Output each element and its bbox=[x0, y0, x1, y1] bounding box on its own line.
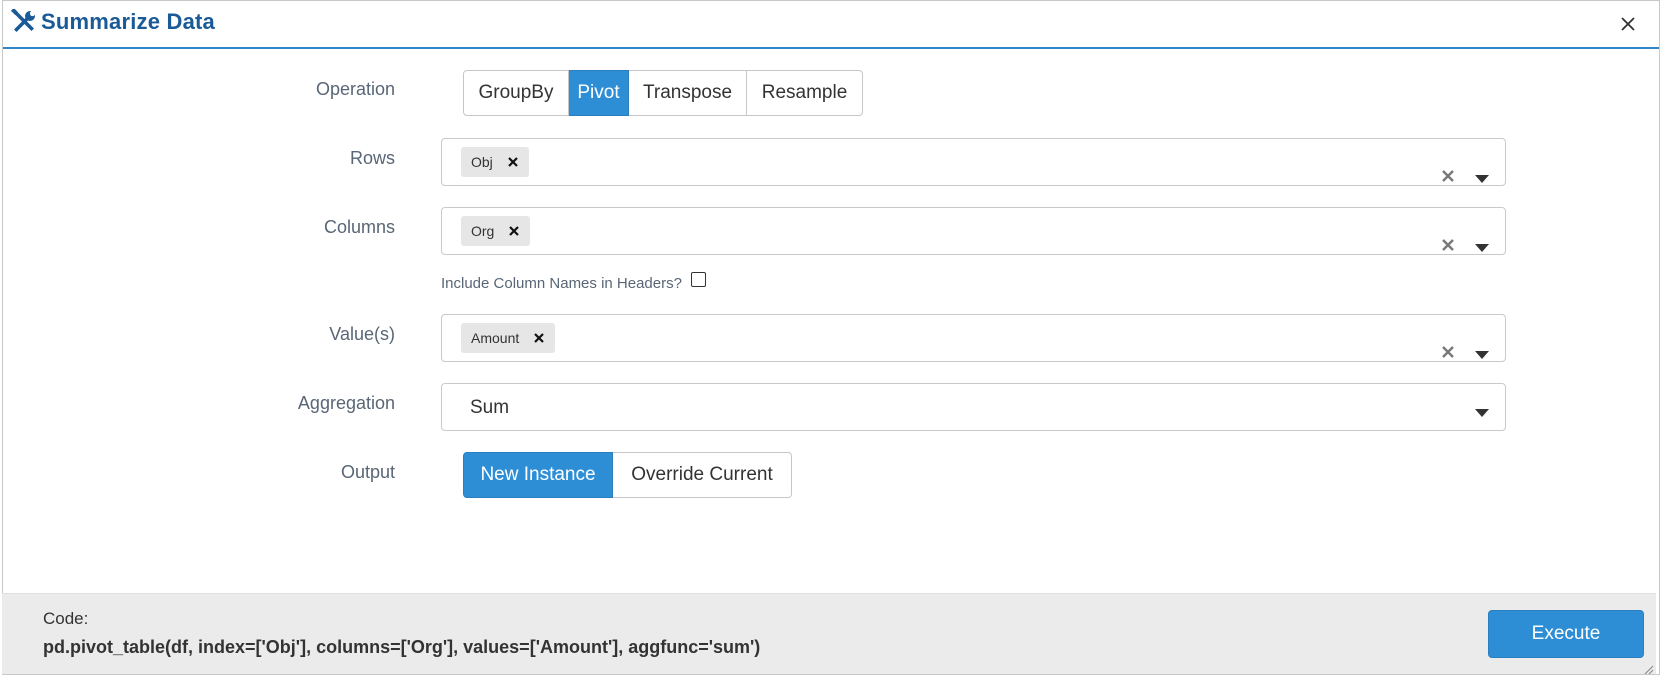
rows-tag-label: Obj bbox=[471, 154, 493, 170]
include-column-names-checkbox[interactable] bbox=[690, 272, 706, 287]
title-wrap: Summarize Data bbox=[10, 7, 215, 35]
operation-resample-button[interactable]: Resample bbox=[747, 70, 863, 116]
clear-icon[interactable] bbox=[1441, 238, 1455, 252]
aggregation-value: Sum bbox=[470, 397, 510, 418]
values-tag: Amount bbox=[461, 323, 556, 353]
code-footer: Code: pd.pivot_table(df, index=['Obj'], … bbox=[2, 593, 1656, 675]
output-override-current-button[interactable]: Override Current bbox=[613, 452, 792, 498]
columns-tag-label: Org bbox=[471, 223, 495, 239]
rows-tag: Obj bbox=[461, 147, 529, 177]
values-label: Value(s) bbox=[329, 324, 395, 344]
resize-handle-icon[interactable] bbox=[1644, 662, 1654, 675]
operation-label: Operation bbox=[315, 79, 395, 99]
columns-select[interactable]: Org bbox=[441, 207, 1506, 255]
columns-label: Columns bbox=[323, 217, 395, 237]
output-new-instance-button[interactable]: New Instance bbox=[463, 452, 613, 498]
include-column-names-row: Include Column Names in Headers? bbox=[441, 272, 706, 292]
execute-button[interactable]: Execute bbox=[1488, 610, 1644, 658]
clear-icon[interactable] bbox=[1441, 169, 1455, 183]
rows-label: Rows bbox=[349, 148, 395, 168]
remove-tag-icon[interactable] bbox=[508, 225, 520, 237]
modal-title: Summarize Data bbox=[41, 9, 215, 34]
chevron-down-icon[interactable] bbox=[1475, 404, 1489, 417]
remove-tag-icon[interactable] bbox=[533, 332, 545, 344]
operation-pivot-button[interactable]: Pivot bbox=[569, 70, 629, 116]
aggregation-label: Aggregation bbox=[297, 393, 395, 413]
values-tag-label: Amount bbox=[471, 330, 520, 346]
close-button[interactable] bbox=[1617, 13, 1639, 35]
clear-icon[interactable] bbox=[1441, 345, 1455, 359]
chevron-down-icon[interactable] bbox=[1475, 239, 1489, 252]
close-icon bbox=[1621, 17, 1635, 31]
columns-tag: Org bbox=[461, 216, 531, 246]
aggregation-select[interactable]: Sum bbox=[441, 383, 1506, 431]
include-column-names-label: Include Column Names in Headers? bbox=[441, 275, 682, 292]
tools-icon bbox=[10, 7, 37, 35]
values-select[interactable]: Amount bbox=[441, 314, 1506, 362]
output-button-group: New Instance Override Current bbox=[463, 452, 792, 498]
rows-select[interactable]: Obj bbox=[441, 138, 1506, 186]
operation-transpose-button[interactable]: Transpose bbox=[629, 70, 747, 116]
code-snippet: pd.pivot_table(df, index=['Obj'], column… bbox=[43, 637, 761, 657]
operation-groupby-button[interactable]: GroupBy bbox=[463, 70, 569, 116]
remove-tag-icon[interactable] bbox=[507, 156, 519, 168]
summarize-data-modal: Summarize Data Operation GroupBy Pivot T… bbox=[2, 0, 1660, 675]
operation-button-group: GroupBy Pivot Transpose Resample bbox=[463, 70, 863, 116]
chevron-down-icon[interactable] bbox=[1475, 346, 1489, 359]
output-label: Output bbox=[340, 462, 395, 482]
code-label: Code: bbox=[43, 609, 89, 628]
chevron-down-icon[interactable] bbox=[1475, 170, 1489, 183]
modal-header: Summarize Data bbox=[3, 1, 1659, 49]
